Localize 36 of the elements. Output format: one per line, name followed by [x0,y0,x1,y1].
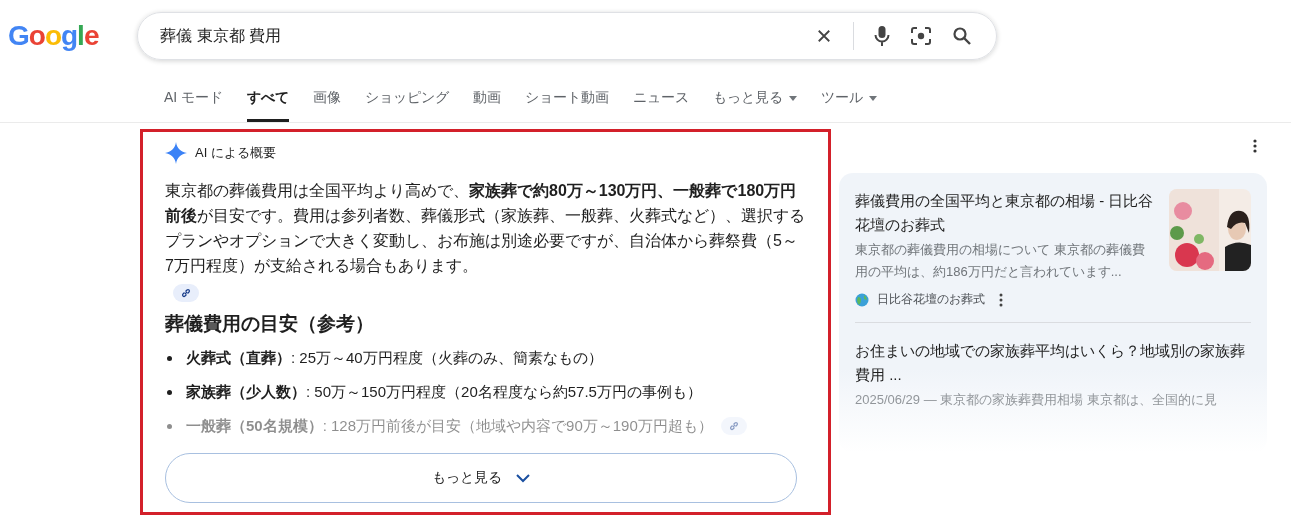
source-snippet: 東京都の葬儀費用の相場について 東京都の葬儀費用の平均は、約186万円だと言われています... [855,241,1146,281]
camera-icon[interactable] [910,26,933,46]
tab[interactable]: AI モード [164,89,224,122]
section-heading: 葬儀費用の目安（参考） [165,312,375,336]
search-icon[interactable] [952,26,973,46]
link-icon [728,421,739,431]
show-more-button[interactable]: もっと見る [165,453,797,503]
bullet-icon [167,389,172,395]
summary-text: 東京都の葬儀費用は全国平均より高めで、家族葬で約80万～130万円、一般葬で180万円前後が目安です。費用は参列者数、葬儀形式（家族葬、一般葬、火葬式など）、選択するプランやオプションで大きく変動し、お布施は別途必要ですが、自治体から葬祭費（5～7万円程度）が支給される場合もあります。 [165,181,806,276]
bullet-text: 火葬式（直葬）: 25万～40万円程度（火葬のみ、簡素なもの） [186,348,603,368]
search-field[interactable]: 葬儀 東京都 費用 [158,26,796,46]
source-link[interactable]: お住まいの地域での家族葬平均はいくら？地域別の家族葬費用 ... [855,339,1251,387]
tab[interactable]: もっと見る [713,89,798,122]
bullet-icon [167,355,172,361]
tab[interactable]: ショート動画 [525,89,610,122]
tab[interactable]: 動画 [473,89,502,122]
link-button[interactable] [173,283,199,302]
more-options-icon[interactable] [1253,139,1257,153]
tab[interactable]: ツール [821,89,878,122]
logo[interactable]: Google [8,19,101,53]
tab[interactable]: ニュース [633,89,690,122]
link-icon [181,287,191,298]
chevron-down-icon [516,473,530,483]
more-options-icon[interactable] [999,292,1003,307]
microphone-icon[interactable] [874,25,891,47]
site-name: 日比谷花壇のお葬式 [877,291,985,308]
bullet-text: 家族葬（少人数）: 50万～150万円程度（20名程度なら約57.5万円の事例も） [186,382,702,402]
globe-icon [855,292,869,307]
source-snippet: 2025/06/29 — 東京都の家族葬費用相場 東京都は、全国的に見 [855,391,1218,409]
tab[interactable]: 画像 [313,89,342,122]
bullet-text: 一般葬（50名規模）: 128万円前後が目安（地域や内容で90万～190万円超も） [186,416,713,436]
source-link[interactable]: 葬儀費用の全国平均と東京都の相場 - 日比谷花壇のお葬式 [855,189,1157,237]
bullet-icon [167,423,172,429]
sparkle-icon [165,142,187,164]
tab[interactable]: ショッピング [365,89,450,122]
overview-title: AI による概要 [195,144,276,162]
